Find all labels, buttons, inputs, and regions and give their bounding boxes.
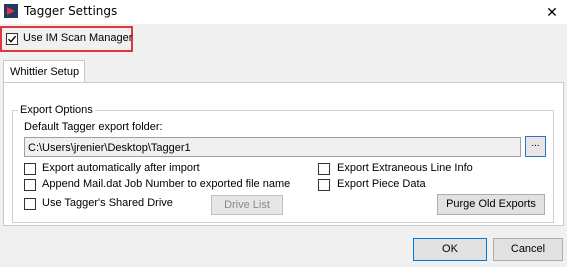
tab-whittier-setup[interactable]: Whittier Setup [3, 60, 85, 83]
use-im-scan-manager-checkbox[interactable] [6, 33, 18, 45]
export-automatically-label[interactable]: Export automatically after import [42, 162, 200, 174]
window-title: Tagger Settings [24, 4, 118, 18]
append-job-number-checkbox[interactable] [24, 179, 36, 191]
export-extraneous-checkbox[interactable] [318, 163, 330, 175]
purge-old-exports-label: Purge Old Exports [446, 198, 536, 210]
ok-button[interactable]: OK [413, 238, 487, 261]
drive-list-button[interactable]: Drive List [211, 195, 283, 215]
default-folder-label: Default Tagger export folder: [24, 121, 163, 133]
close-icon: ✕ [546, 3, 558, 20]
export-piece-data-label[interactable]: Export Piece Data [337, 178, 426, 190]
title-bar: Tagger Settings ✕ [0, 0, 567, 24]
cancel-button[interactable]: Cancel [493, 238, 563, 261]
browse-button[interactable]: ... [525, 136, 546, 157]
use-im-scan-manager-label[interactable]: Use IM Scan Manager [23, 32, 132, 44]
export-folder-value: C:\Users\jrenier\Desktop\Tagger1 [28, 142, 191, 154]
append-job-number-label[interactable]: Append Mail.dat Job Number to exported f… [42, 178, 290, 190]
cancel-label: Cancel [510, 243, 546, 255]
checkmark-icon [8, 35, 17, 43]
ellipsis-icon: ... [531, 138, 540, 149]
close-button[interactable]: ✕ [537, 0, 567, 24]
purge-old-exports-button[interactable]: Purge Old Exports [437, 194, 545, 215]
shared-drive-label[interactable]: Use Tagger's Shared Drive [42, 197, 173, 209]
export-folder-field[interactable]: C:\Users\jrenier\Desktop\Tagger1 [24, 137, 521, 157]
ok-label: OK [442, 243, 458, 255]
shared-drive-checkbox[interactable] [24, 198, 36, 210]
app-logo-icon [4, 4, 18, 18]
export-extraneous-label[interactable]: Export Extraneous Line Info [337, 162, 473, 174]
drive-list-label: Drive List [224, 199, 270, 211]
export-piece-data-checkbox[interactable] [318, 179, 330, 191]
tab-label: Whittier Setup [10, 66, 80, 78]
export-options-title: Export Options [18, 104, 95, 116]
export-automatically-checkbox[interactable] [24, 163, 36, 175]
